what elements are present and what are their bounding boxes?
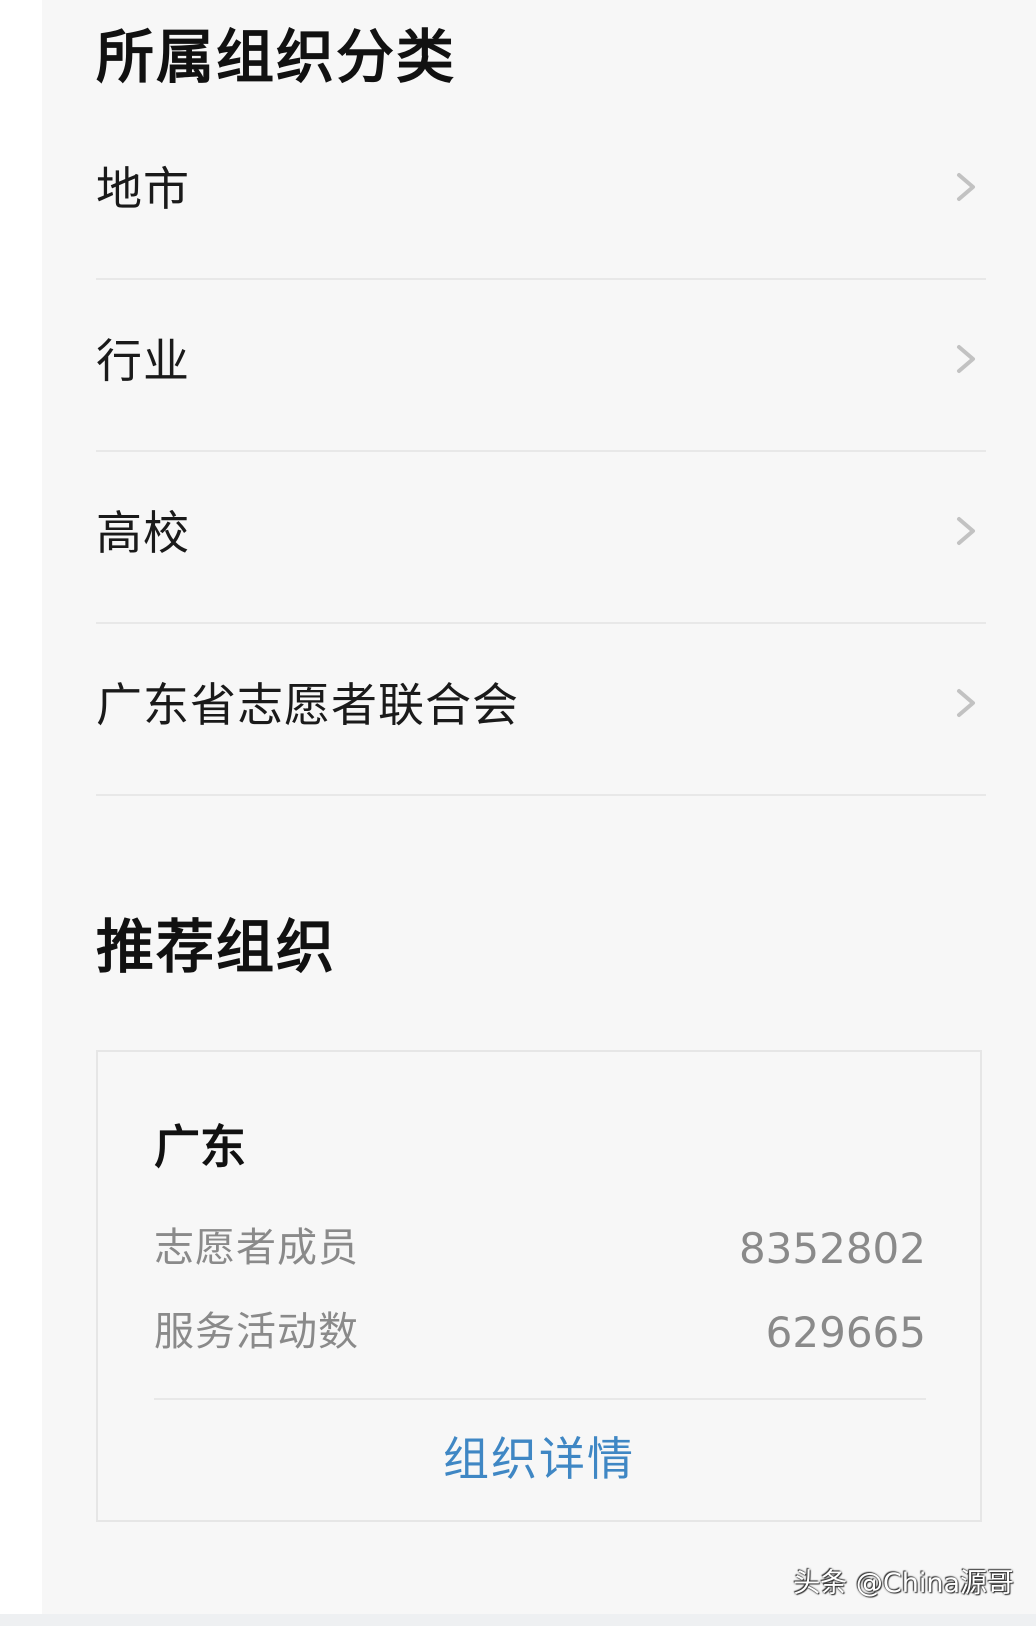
service-activities-label: 服务活动数 — [154, 1309, 359, 1355]
category-item-label: 地市 — [96, 162, 190, 216]
content-panel: 所属组织分类 地市 行业 高校 广东省志愿者联合会 推荐组织 广东 志愿者成员 … — [42, 0, 1036, 1614]
chevron-right-icon — [957, 173, 975, 201]
org-name: 广东 — [154, 1120, 246, 1174]
category-item-label: 广东省志愿者联合会 — [96, 678, 519, 732]
category-item-industry[interactable]: 行业 — [96, 280, 986, 452]
category-item-label: 高校 — [96, 506, 190, 560]
category-list: 地市 行业 高校 广东省志愿者联合会 — [96, 108, 986, 796]
chevron-right-icon — [957, 517, 975, 545]
chevron-right-icon — [957, 345, 975, 373]
recommend-section-title: 推荐组织 — [96, 913, 337, 981]
category-item-university[interactable]: 高校 — [96, 452, 986, 624]
category-section-title: 所属组织分类 — [96, 23, 457, 91]
volunteer-members-value: 8352802 — [738, 1224, 926, 1273]
screen: 所属组织分类 地市 行业 高校 广东省志愿者联合会 推荐组织 广东 志愿者成员 … — [0, 0, 1036, 1626]
org-details-link[interactable]: 组织详情 — [98, 1436, 980, 1482]
category-item-city[interactable]: 地市 — [96, 108, 986, 280]
volunteer-members-label: 志愿者成员 — [154, 1225, 359, 1271]
category-item-provincial-federation[interactable]: 广东省志愿者联合会 — [96, 624, 986, 796]
service-activities-value: 629665 — [765, 1308, 926, 1357]
chevron-right-icon — [957, 689, 975, 717]
org-card: 广东 志愿者成员 8352802 服务活动数 629665 组织详情 — [96, 1050, 982, 1522]
category-item-label: 行业 — [96, 334, 190, 388]
bottom-strip — [0, 1614, 1036, 1626]
watermark: 头条 @China源哥 — [793, 1568, 1014, 1599]
card-divider — [154, 1398, 926, 1400]
